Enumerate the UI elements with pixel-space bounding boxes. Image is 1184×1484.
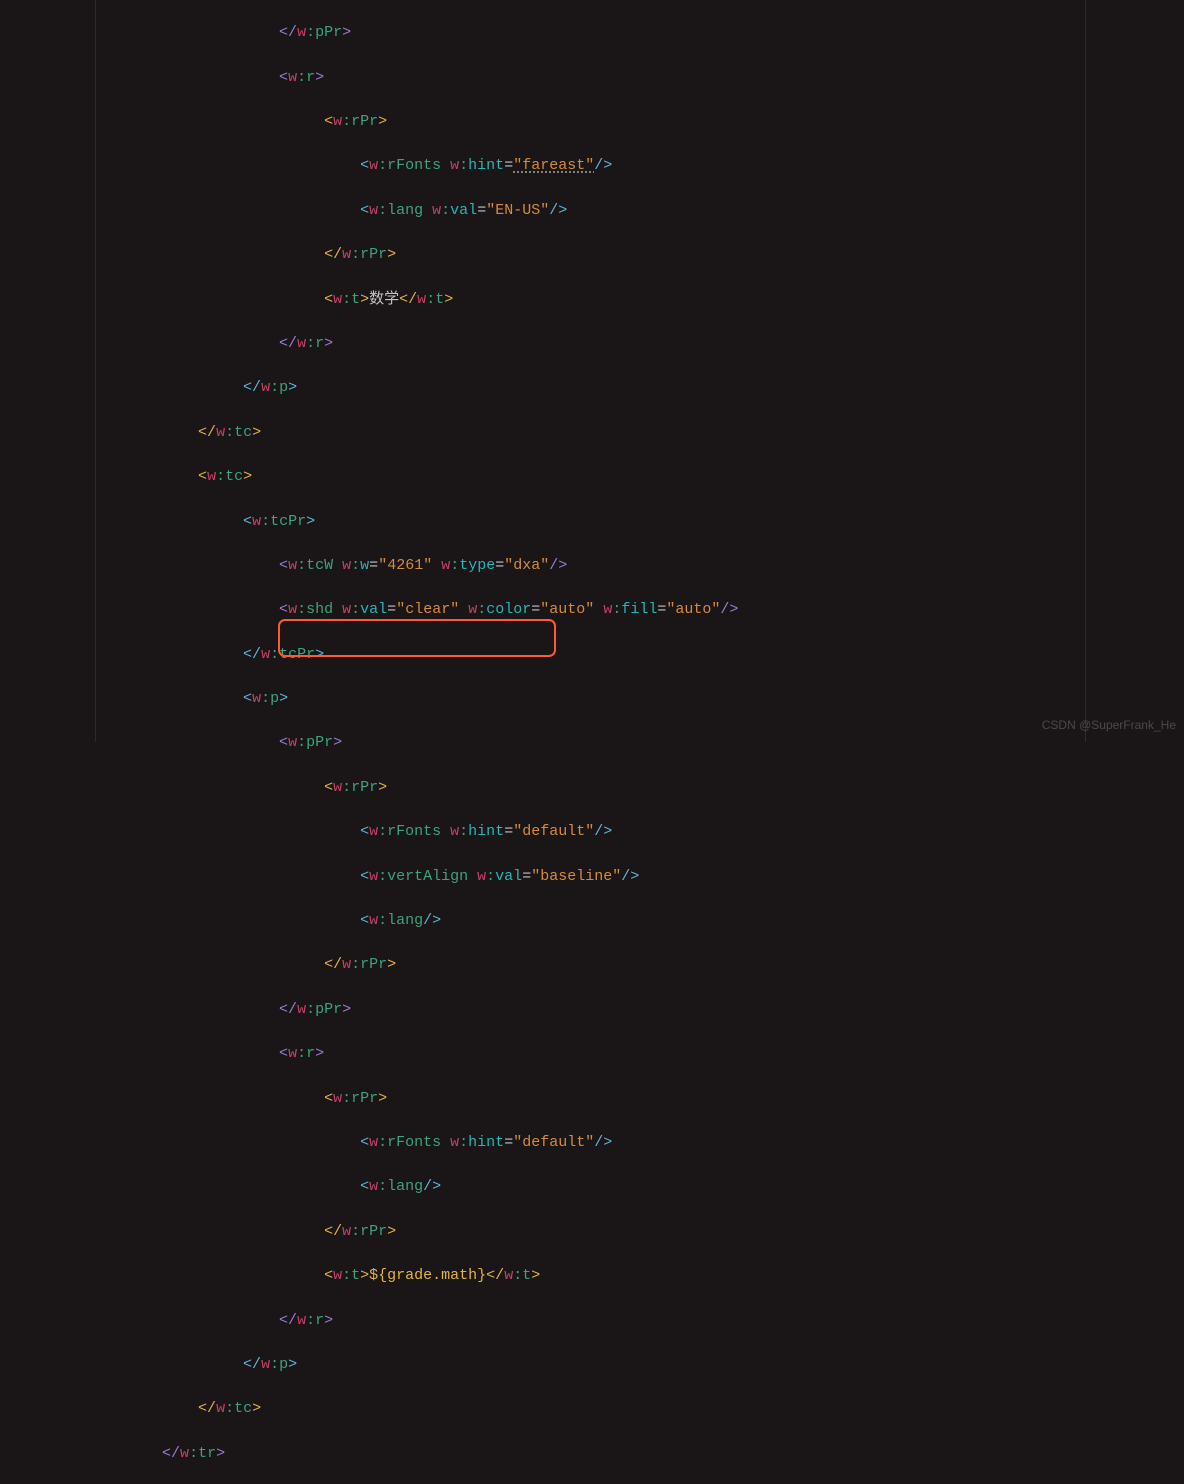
code-block: </w:pPr> <w:r> <w:rPr> <w:rFonts w:hint=… (0, 0, 738, 1484)
watermark: CSDN @SuperFrank_He (1042, 714, 1176, 736)
template-expression: ${grade.math} (369, 1267, 486, 1284)
indent-guide (1085, 0, 1086, 742)
